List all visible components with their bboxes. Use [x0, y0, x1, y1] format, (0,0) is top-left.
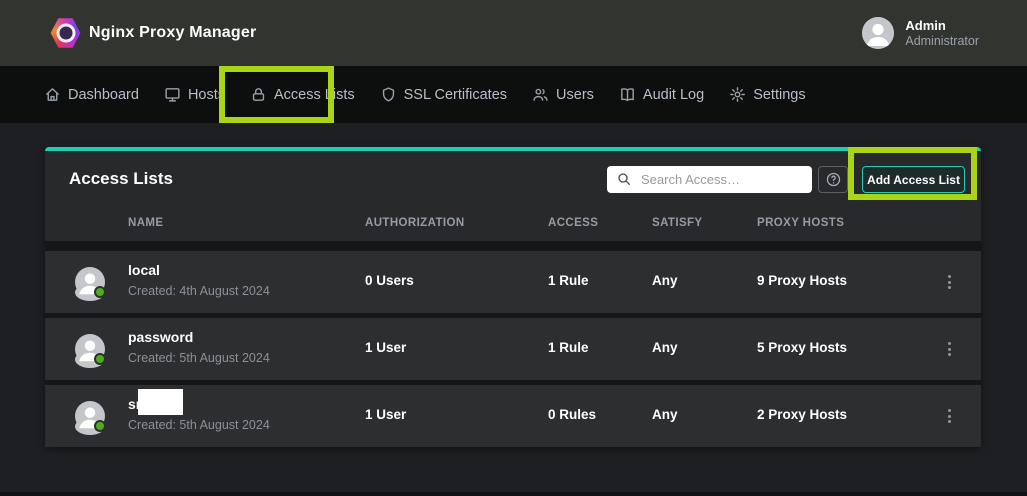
cell-access: 1 Rule	[548, 340, 589, 355]
cell-satisfy: Any	[652, 273, 678, 288]
nav-label: SSL Certificates	[404, 87, 507, 103]
book-icon	[619, 86, 636, 103]
nav-tab-hosts[interactable]: Hosts	[164, 86, 225, 103]
nav-tab-settings[interactable]: Settings	[729, 86, 805, 103]
search-icon	[616, 171, 632, 187]
avatar	[75, 267, 105, 297]
users-icon	[532, 86, 549, 103]
main-nav: Dashboard Hosts Access Lists SSL Certifi…	[0, 66, 1027, 123]
cell-authorization: 0 Users	[365, 273, 414, 288]
status-online-dot	[94, 420, 106, 432]
nav-label: Dashboard	[68, 87, 139, 103]
avatar	[75, 401, 105, 431]
cell-proxy-hosts: 9 Proxy Hosts	[757, 273, 847, 288]
column-header-satisfy: SATISFY	[652, 217, 703, 229]
table-row-local[interactable]: local Created: 4th August 2024 0 Users 1…	[45, 251, 981, 313]
question-circle-icon	[825, 171, 842, 188]
panel-title: Access Lists	[69, 169, 173, 189]
row-menu-button[interactable]	[938, 268, 960, 296]
table-row-sn[interactable]: sn Created: 5th August 2024 1 User 0 Rul…	[45, 385, 981, 447]
cell-access: 0 Rules	[548, 407, 596, 422]
monitor-icon	[164, 86, 181, 103]
avatar	[75, 334, 105, 364]
nav-label: Users	[556, 87, 594, 103]
row-menu-button[interactable]	[938, 402, 960, 430]
nav-tab-audit-log[interactable]: Audit Log	[619, 86, 704, 103]
help-button[interactable]	[818, 166, 848, 193]
lock-icon	[250, 86, 267, 103]
cell-proxy-hosts: 5 Proxy Hosts	[757, 340, 847, 355]
access-lists-panel: Access Lists Add Access List NAME AUTHOR…	[45, 147, 981, 446]
access-list-name: password	[128, 329, 193, 345]
nav-label: Settings	[753, 87, 805, 103]
nav-label: Access Lists	[274, 87, 355, 103]
user-name: Admin	[905, 18, 979, 34]
cell-access: 1 Rule	[548, 273, 589, 288]
user-role: Administrator	[905, 34, 979, 49]
nav-tab-users[interactable]: Users	[532, 86, 594, 103]
cell-authorization: 1 User	[365, 407, 406, 422]
cell-proxy-hosts: 2 Proxy Hosts	[757, 407, 847, 422]
table-header: NAME AUTHORIZATION ACCESS SATISFY PROXY …	[45, 217, 981, 241]
app-logo-icon	[50, 17, 81, 49]
nginx-proxy-manager-app: Nginx Proxy Manager Admin Administrator …	[0, 0, 1027, 496]
topbar: Nginx Proxy Manager Admin Administrator	[0, 0, 1027, 66]
bottom-edge-strip	[0, 492, 1027, 496]
home-icon	[44, 86, 61, 103]
nav-tab-ssl-certificates[interactable]: SSL Certificates	[380, 86, 507, 103]
table-row-password[interactable]: password Created: 5th August 2024 1 User…	[45, 318, 981, 380]
access-list-created: Created: 5th August 2024	[128, 418, 270, 432]
user-menu[interactable]: Admin Administrator	[862, 17, 979, 49]
search-box	[607, 166, 812, 193]
cell-authorization: 1 User	[365, 340, 406, 355]
search-input[interactable]	[607, 166, 812, 193]
column-header-authorization: AUTHORIZATION	[365, 217, 465, 229]
redaction-box	[138, 389, 183, 415]
shield-icon	[380, 86, 397, 103]
row-menu-button[interactable]	[938, 335, 960, 363]
gear-icon	[729, 86, 746, 103]
nav-label: Hosts	[188, 87, 225, 103]
app-title: Nginx Proxy Manager	[89, 24, 256, 42]
access-list-created: Created: 4th August 2024	[128, 284, 270, 298]
access-list-name: local	[128, 262, 160, 278]
nav-tab-dashboard[interactable]: Dashboard	[44, 86, 139, 103]
nav-tab-access-lists[interactable]: Access Lists	[250, 86, 355, 103]
access-list-created: Created: 5th August 2024	[128, 351, 270, 365]
column-header-access: ACCESS	[548, 217, 598, 229]
column-header-name: NAME	[128, 217, 163, 229]
cell-satisfy: Any	[652, 340, 678, 355]
cell-satisfy: Any	[652, 407, 678, 422]
add-access-list-button[interactable]: Add Access List	[862, 166, 965, 193]
nav-label: Audit Log	[643, 87, 704, 103]
column-header-proxy-hosts: PROXY HOSTS	[757, 217, 844, 229]
status-online-dot	[94, 353, 106, 365]
user-avatar	[862, 17, 894, 49]
status-online-dot	[94, 286, 106, 298]
